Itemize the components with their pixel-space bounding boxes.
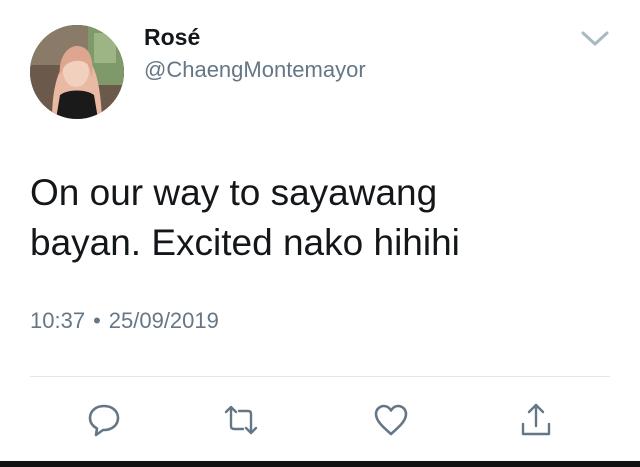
bottom-border (0, 461, 640, 467)
tweet-text-line: On our way to sayawang (30, 172, 438, 213)
tweet-card: Rosé @ChaengMontemayor On our way to say… (0, 0, 640, 467)
avatar[interactable] (30, 25, 124, 119)
user-handle[interactable]: @ChaengMontemayor (144, 57, 366, 83)
display-name[interactable]: Rosé (144, 24, 200, 51)
retweet-icon[interactable] (221, 400, 261, 440)
chevron-down-icon[interactable] (580, 28, 610, 50)
tweet-text-line: bayan. Excited nako hihihi (30, 222, 460, 263)
separator: • (93, 308, 101, 333)
divider (30, 376, 610, 377)
share-icon[interactable] (516, 400, 556, 440)
reply-icon[interactable] (84, 400, 124, 440)
like-icon[interactable] (371, 400, 411, 440)
tweet-timestamp[interactable]: 10:37 • 25/09/2019 (30, 308, 219, 334)
tweet-text: On our way to sayawang bayan. Excited na… (30, 168, 620, 268)
tweet-date: 25/09/2019 (108, 308, 219, 333)
tweet-time: 10:37 (30, 308, 86, 333)
